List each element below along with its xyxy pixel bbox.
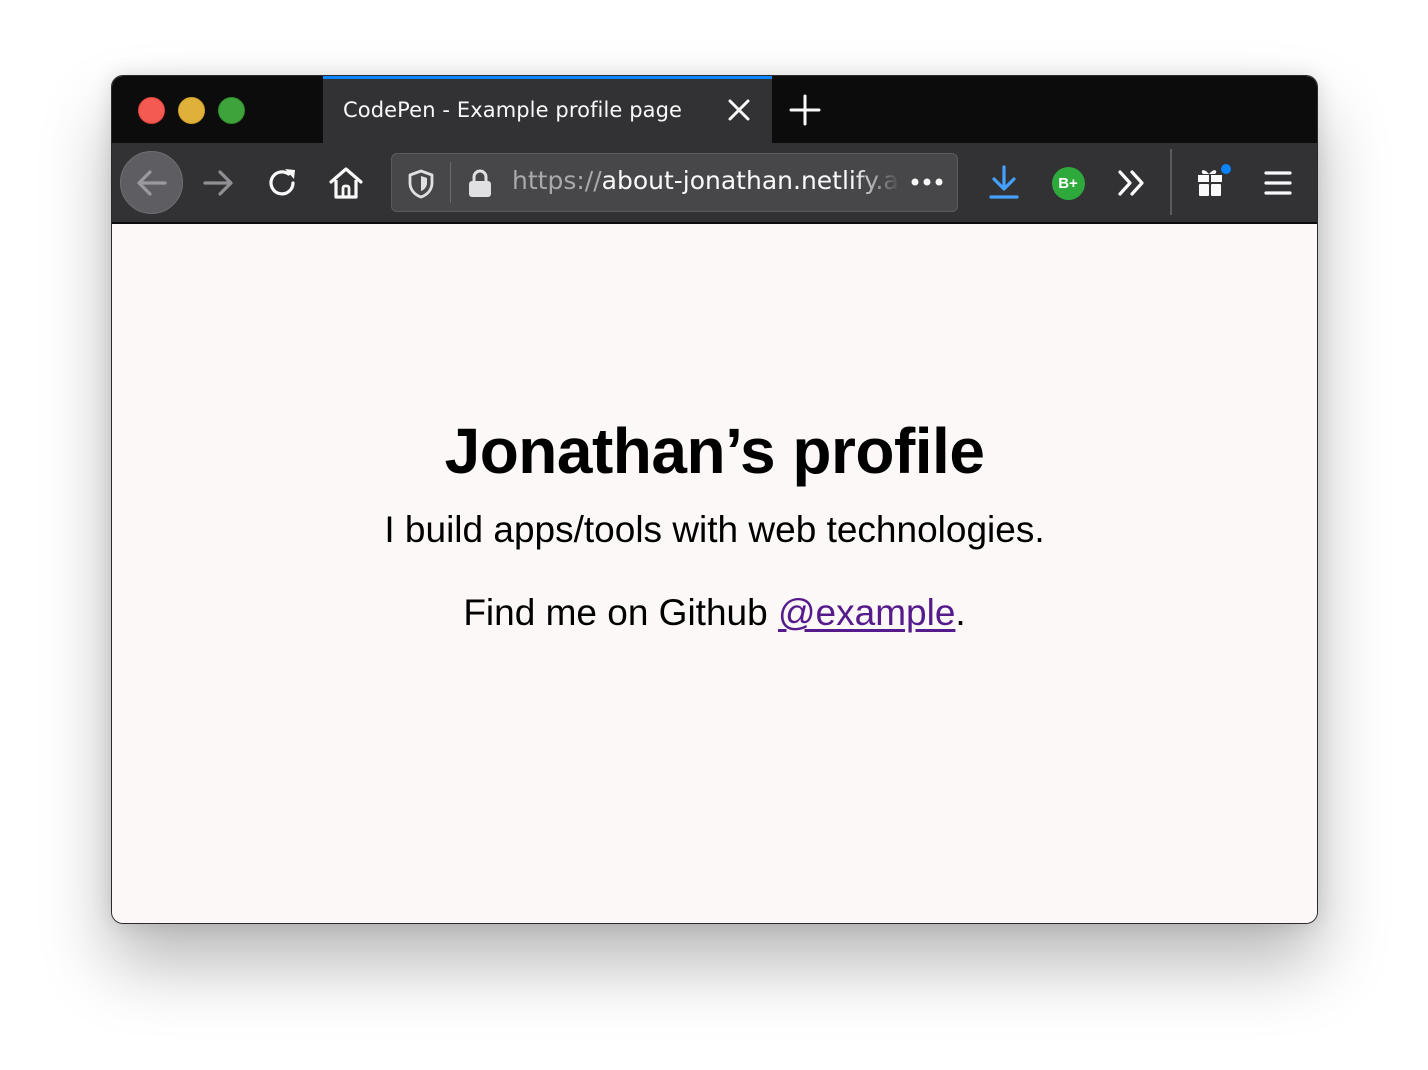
arrow-right-icon: [203, 170, 233, 196]
url-host: about-jonathan.netlify.app: [601, 166, 900, 195]
close-window-button[interactable]: [138, 97, 165, 124]
tab-active[interactable]: CodePen - Example profile page: [323, 76, 772, 143]
forward-button[interactable]: [196, 161, 240, 205]
home-icon: [329, 167, 363, 199]
page-content: Jonathan’s profile I build apps/tools wi…: [112, 224, 1317, 923]
github-line: Find me on Github @example.: [112, 592, 1317, 634]
github-suffix: .: [955, 592, 966, 633]
downloads-button[interactable]: [982, 160, 1026, 204]
github-link[interactable]: @example: [778, 592, 955, 633]
gift-icon: [1198, 162, 1233, 196]
whats-new-button[interactable]: [1192, 160, 1236, 204]
minimize-window-button[interactable]: [178, 97, 205, 124]
close-tab-button[interactable]: [725, 96, 753, 124]
url-bar[interactable]: https://about-jonathan.netlify.app: [391, 153, 958, 212]
site-info-button[interactable]: [467, 168, 493, 203]
extension-bplus-button[interactable]: B+: [1046, 161, 1090, 205]
tab-strip: CodePen - Example profile page: [112, 76, 1317, 143]
nav-toolbar: https://about-jonathan.netlify.app B+: [112, 143, 1317, 224]
tracking-protection-button[interactable]: [407, 169, 435, 204]
page-actions-button[interactable]: [910, 175, 944, 193]
url-scheme: https://: [512, 166, 602, 195]
app-menu-button[interactable]: [1256, 161, 1300, 205]
url-separator: [450, 162, 451, 203]
back-button[interactable]: [120, 151, 183, 214]
tab-title: CodePen - Example profile page: [343, 98, 683, 122]
shield-icon: [408, 169, 434, 199]
reload-icon: [269, 169, 295, 196]
plus-icon: [789, 94, 821, 126]
home-button[interactable]: [324, 161, 368, 205]
browser-window: CodePen - Example profile page https://a…: [111, 75, 1318, 924]
download-icon: [989, 165, 1019, 199]
url-text[interactable]: https://about-jonathan.netlify.app: [512, 166, 900, 195]
toolbar-divider: [1170, 149, 1172, 215]
overflow-menu-button[interactable]: [1110, 161, 1154, 205]
close-icon: [728, 99, 750, 121]
arrow-left-icon: [136, 169, 167, 196]
extension-badge: B+: [1051, 166, 1085, 200]
notification-dot: [1219, 162, 1233, 176]
chevron-double-right-icon: [1118, 170, 1144, 196]
github-prefix: Find me on Github: [463, 592, 778, 633]
more-dots-icon: [911, 178, 943, 186]
hamburger-menu-icon: [1264, 171, 1292, 195]
lock-icon: [469, 169, 491, 197]
tagline: I build apps/tools with web technologies…: [384, 509, 1045, 550]
page-title: Jonathan’s profile: [444, 415, 985, 487]
new-tab-button[interactable]: [788, 93, 822, 127]
reload-button[interactable]: [261, 161, 305, 205]
zoom-window-button[interactable]: [218, 97, 245, 124]
